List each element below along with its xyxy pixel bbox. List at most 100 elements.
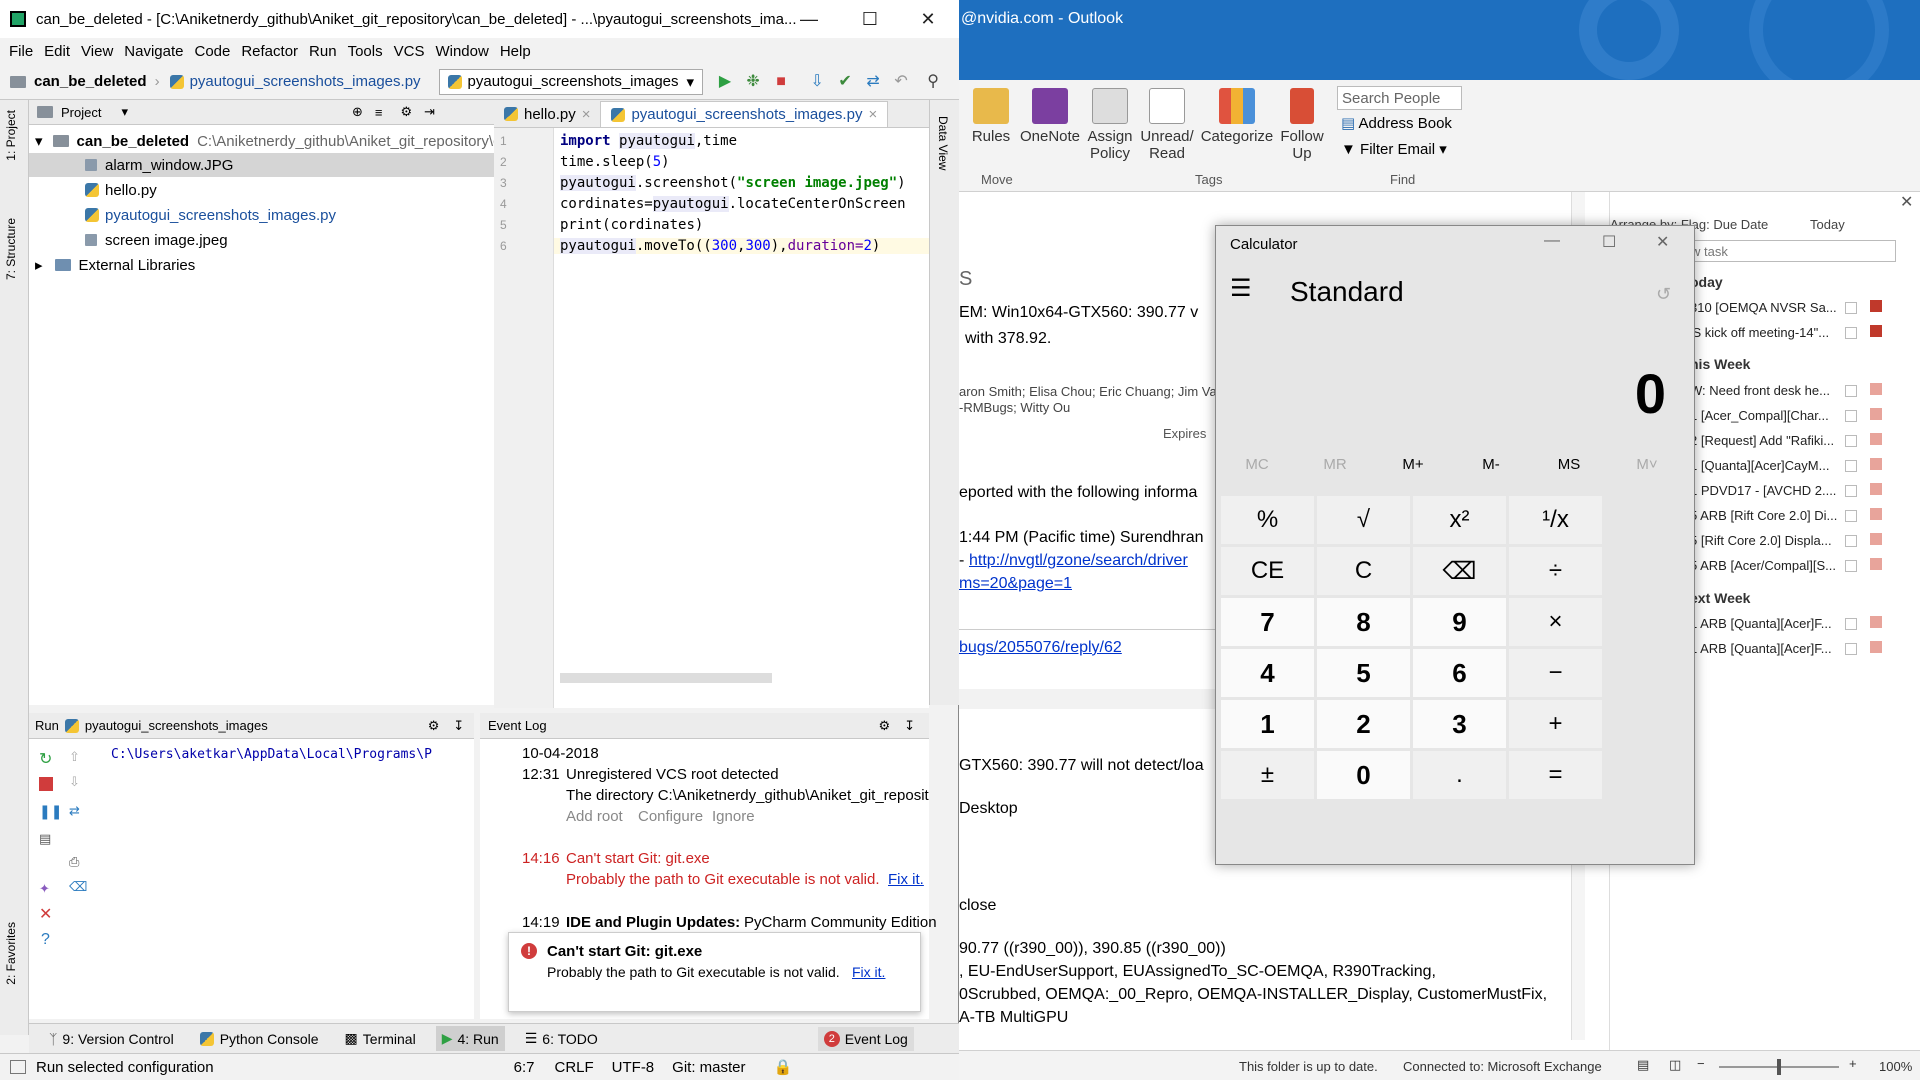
digit-8-button[interactable]: 8	[1317, 598, 1410, 646]
task-checkbox[interactable]	[1845, 460, 1857, 472]
hamburger-menu-icon[interactable]: ☰	[1230, 274, 1252, 303]
line-separator[interactable]: CRLF	[554, 1059, 593, 1076]
digit-0-button[interactable]: 0	[1317, 751, 1410, 799]
run-config-select[interactable]: pyautogui_screenshots_images ▾	[438, 68, 704, 95]
subtract-button[interactable]: −	[1509, 649, 1602, 697]
close-button[interactable]: ✕	[904, 0, 952, 38]
sort-label[interactable]: Today	[1810, 217, 1845, 232]
stop-icon[interactable]	[39, 777, 53, 791]
task-item[interactable]: 1 [Quanta][Acer]CayM...	[1690, 458, 1829, 473]
task-item[interactable]: 2 [Request] Add "Rafiki...	[1690, 433, 1834, 448]
debug-icon[interactable]: ❉	[743, 72, 763, 92]
trash-icon[interactable]: ⌫	[69, 879, 87, 895]
minimize-button[interactable]: —	[1544, 232, 1560, 250]
menu-help[interactable]: Help	[500, 43, 531, 60]
assign-policy-button[interactable]: Assign Policy	[1085, 88, 1135, 162]
layout-icon[interactable]: ▤	[39, 831, 51, 847]
flag-icon[interactable]	[1870, 483, 1882, 495]
digit-2-button[interactable]: 2	[1317, 700, 1410, 748]
run-icon[interactable]: ▶	[715, 72, 735, 92]
task-checkbox[interactable]	[1845, 510, 1857, 522]
pause-icon[interactable]: ❚❚	[39, 803, 62, 820]
flag-icon[interactable]	[1870, 508, 1882, 520]
memory-recall-button[interactable]: MR	[1300, 456, 1370, 473]
digit-3-button[interactable]: 3	[1413, 700, 1506, 748]
tree-file-screen-image[interactable]: screen image.jpeg	[85, 228, 228, 252]
task-checkbox[interactable]	[1845, 618, 1857, 630]
memory-subtract-button[interactable]: M-	[1456, 456, 1526, 473]
code-editor[interactable]: import pyautogui,time time.sleep(5) pyau…	[554, 128, 929, 708]
down-arrow-icon[interactable]: ⇩	[69, 774, 80, 790]
close-icon[interactable]: ✕	[39, 904, 52, 924]
zoom-in-icon[interactable]: +	[1849, 1056, 1857, 1071]
task-item[interactable]: 5 ARB [Rift Core 2.0] Di...	[1690, 508, 1837, 523]
pin-icon[interactable]: ✦	[39, 881, 50, 897]
close-icon[interactable]: ✕	[1900, 192, 1913, 212]
digit-4-button[interactable]: 4	[1221, 649, 1314, 697]
task-checkbox[interactable]	[1845, 643, 1857, 655]
vcs-update-icon[interactable]: ⇩	[807, 72, 827, 92]
menu-vcs[interactable]: VCS	[394, 43, 425, 60]
locate-icon[interactable]: ⊕	[352, 104, 363, 120]
digit-6-button[interactable]: 6	[1413, 649, 1506, 697]
hide-panel-icon[interactable]: ↧	[453, 718, 464, 734]
tab-hello-py[interactable]: hello.py ×	[494, 101, 600, 127]
follow-up-button[interactable]: Follow Up	[1277, 88, 1327, 162]
vcs-compare-icon[interactable]: ⇄	[863, 72, 883, 92]
flag-icon[interactable]	[1870, 533, 1882, 545]
task-item[interactable]: 5 ARB [Acer/Compal][S...	[1690, 558, 1836, 573]
up-arrow-icon[interactable]: ⇧	[69, 749, 80, 765]
revert-icon[interactable]: ↶	[891, 72, 911, 92]
tab-version-control[interactable]: ᛉ 9: Version Control	[43, 1027, 180, 1051]
caret-position[interactable]: 6:7	[514, 1059, 535, 1076]
menu-tools[interactable]: Tools	[348, 43, 383, 60]
flag-icon[interactable]	[1870, 433, 1882, 445]
divide-button[interactable]: ÷	[1509, 547, 1602, 595]
address-book-button[interactable]: ▤ Address Book	[1341, 114, 1452, 132]
driver-link[interactable]: http://nvgtl/gzone/search/driver	[969, 552, 1188, 570]
menu-window[interactable]: Window	[435, 43, 488, 60]
menu-edit[interactable]: Edit	[44, 43, 70, 60]
breadcrumb-project[interactable]: can_be_deleted	[10, 73, 147, 90]
popup-fix-link[interactable]: Fix it.	[852, 964, 885, 980]
maximize-button[interactable]: ☐	[1602, 232, 1616, 252]
sqrt-button[interactable]: √	[1317, 496, 1410, 544]
filter-email-button[interactable]: ▼ Filter Email ▾	[1341, 140, 1447, 158]
task-item[interactable]: W: Need front desk he...	[1690, 383, 1830, 398]
gear-icon[interactable]: ⚙	[428, 718, 440, 734]
stop-icon[interactable]: ■	[771, 72, 791, 92]
task-checkbox[interactable]	[1845, 410, 1857, 422]
close-button[interactable]: ✕	[1656, 232, 1669, 252]
hide-panel-icon[interactable]: ⇥	[424, 104, 435, 120]
tree-root[interactable]: ▾ can_be_deleted C:\Aniketnerdy_github\Ani…	[35, 129, 501, 153]
chevron-down-icon[interactable]: ▾	[121, 104, 128, 120]
flag-icon[interactable]	[1870, 325, 1882, 337]
menu-navigate[interactable]: Navigate	[124, 43, 183, 60]
close-tab-icon[interactable]: ×	[582, 106, 591, 123]
data-view-tab[interactable]: Data View	[936, 116, 950, 170]
task-checkbox[interactable]	[1845, 485, 1857, 497]
task-checkbox[interactable]	[1845, 327, 1857, 339]
onenote-button[interactable]: OneNote	[1017, 88, 1083, 145]
rerun-icon[interactable]: ↻	[39, 749, 52, 769]
collapse-icon[interactable]: ≡	[375, 105, 383, 120]
flag-icon[interactable]	[1870, 458, 1882, 470]
hide-panel-icon[interactable]: ↧	[904, 718, 915, 734]
minimize-button[interactable]: —	[785, 0, 833, 38]
git-branch[interactable]: Git: master	[672, 1059, 745, 1076]
categorize-button[interactable]: Categorize	[1199, 88, 1275, 145]
file-encoding[interactable]: UTF-8	[612, 1059, 655, 1076]
configure-link[interactable]: Configure	[638, 808, 703, 825]
tab-event-log[interactable]: 2 Event Log	[817, 1026, 914, 1051]
zoom-thumb[interactable]	[1777, 1059, 1781, 1075]
tree-external-libraries[interactable]: ▸ External Libraries	[35, 253, 195, 277]
flag-icon[interactable]	[1870, 408, 1882, 420]
tree-file-alarm-window[interactable]: alarm_window.JPG	[29, 153, 494, 177]
project-view-select[interactable]: Project	[61, 105, 101, 120]
task-checkbox[interactable]	[1845, 302, 1857, 314]
memory-list-button[interactable]: M˅	[1612, 456, 1682, 473]
driver-link[interactable]: ms=20&page=1	[959, 575, 1072, 593]
task-checkbox[interactable]	[1845, 385, 1857, 397]
vcs-commit-icon[interactable]: ✔	[835, 72, 855, 92]
help-icon[interactable]: ?	[41, 931, 50, 949]
